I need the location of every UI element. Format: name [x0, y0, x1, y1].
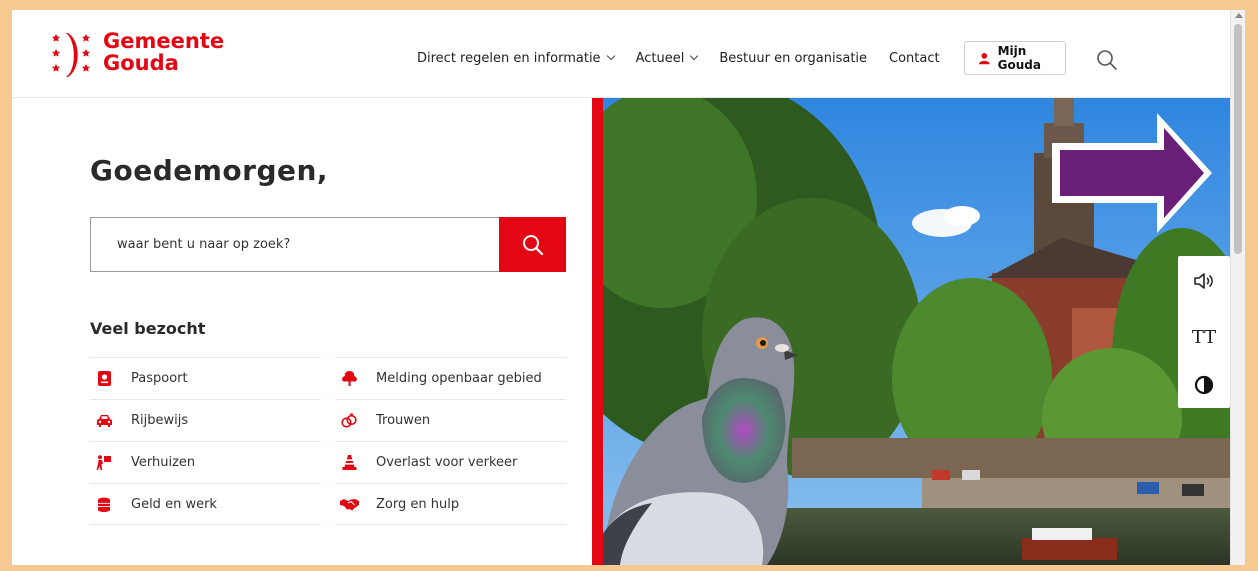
search-icon	[522, 234, 543, 255]
main-nav: Direct regelen en informatie Actueel Bes…	[417, 40, 962, 76]
popular-heading: Veel bezocht	[90, 319, 206, 338]
link-geld-en-werk[interactable]: Geld en werk	[90, 483, 321, 525]
link-label: Zorg en hulp	[376, 496, 460, 512]
text-size-icon: TT	[1191, 326, 1217, 348]
site-header: Gemeente Gouda Direct regelen en informa…	[12, 10, 1230, 98]
traffic-cone-icon	[338, 455, 360, 471]
nav-label: Contact	[889, 50, 940, 66]
hero-image	[592, 98, 1230, 565]
handshake-icon	[338, 496, 360, 512]
site-logo[interactable]: Gemeente Gouda	[50, 28, 240, 83]
gouda-crest-icon	[51, 33, 91, 77]
link-rijbewijs[interactable]: Rijbewijs	[90, 399, 321, 441]
greeting-heading: Goedemorgen,	[90, 154, 329, 187]
link-label: Melding openbaar gebied	[376, 371, 542, 386]
search-form	[90, 217, 566, 272]
text-size-button[interactable]: TT	[1191, 324, 1217, 350]
link-label: Paspoort	[131, 371, 188, 386]
link-paspoort[interactable]: Paspoort	[90, 357, 321, 399]
popular-links-left: Paspoort Rijbewijs Verhuizen Geld en wer…	[90, 357, 321, 525]
link-label: Rijbewijs	[131, 413, 189, 428]
scroll-thumb[interactable]	[1234, 24, 1242, 254]
chevron-down-icon	[690, 51, 699, 61]
chevron-down-icon	[606, 51, 615, 61]
scroll-up-arrow-icon[interactable]	[1235, 13, 1243, 18]
nav-item-actueel[interactable]: Actueel	[635, 50, 699, 66]
page-scrollbar[interactable]	[1230, 10, 1245, 565]
tree-icon	[338, 371, 360, 387]
logo-line-1: Gemeente	[103, 29, 225, 53]
nav-label: Bestuur en organisatie	[719, 50, 868, 66]
browser-window: Gemeente Gouda Direct regelen en informa…	[12, 10, 1245, 565]
coins-icon	[93, 496, 115, 512]
contrast-button[interactable]	[1191, 372, 1217, 398]
link-label: Overlast voor verkeer	[376, 455, 518, 470]
link-zorg-en-hulp[interactable]: Zorg en hulp	[335, 483, 566, 525]
moving-icon	[93, 455, 115, 471]
rings-icon	[338, 413, 360, 429]
link-label: Verhuizen	[131, 455, 196, 470]
gouda-canal-photo	[592, 98, 1230, 565]
search-input[interactable]	[91, 218, 499, 271]
link-trouwen[interactable]: Trouwen	[335, 399, 566, 441]
search-submit-button[interactable]	[499, 217, 566, 272]
logo-wordmark: Gemeente Gouda	[103, 30, 224, 74]
nav-item-direct-regelen[interactable]: Direct regelen en informatie	[417, 50, 615, 66]
read-aloud-button[interactable]	[1191, 268, 1217, 294]
link-label: Geld en werk	[131, 496, 217, 512]
link-verhuizen[interactable]: Verhuizen	[90, 441, 321, 483]
search-icon[interactable]	[1095, 48, 1119, 72]
nav-label: Actueel	[635, 50, 685, 66]
passport-icon	[93, 371, 115, 387]
nav-item-contact[interactable]: Contact	[889, 51, 940, 66]
contrast-icon	[1194, 375, 1214, 395]
nav-label: Direct regelen en informatie	[417, 50, 601, 66]
nav-item-bestuur[interactable]: Bestuur en organisatie	[719, 51, 867, 66]
speaker-icon	[1194, 273, 1213, 289]
mijn-gouda-button[interactable]: Mijn Gouda	[964, 41, 1066, 75]
link-label: Trouwen	[376, 413, 431, 428]
car-icon	[93, 413, 115, 429]
popular-links-right: Melding openbaar gebied Trouwen Overlast…	[335, 357, 566, 525]
user-icon	[979, 52, 990, 64]
accessibility-toolbar: TT	[1178, 256, 1230, 408]
link-melding-openbaar-gebied[interactable]: Melding openbaar gebied	[335, 357, 566, 399]
link-overlast-voor-verkeer[interactable]: Overlast voor verkeer	[335, 441, 566, 483]
hero-red-accent	[592, 98, 603, 565]
logo-line-2: Gouda	[103, 51, 179, 75]
mijn-gouda-label: Mijn Gouda	[997, 44, 1041, 72]
